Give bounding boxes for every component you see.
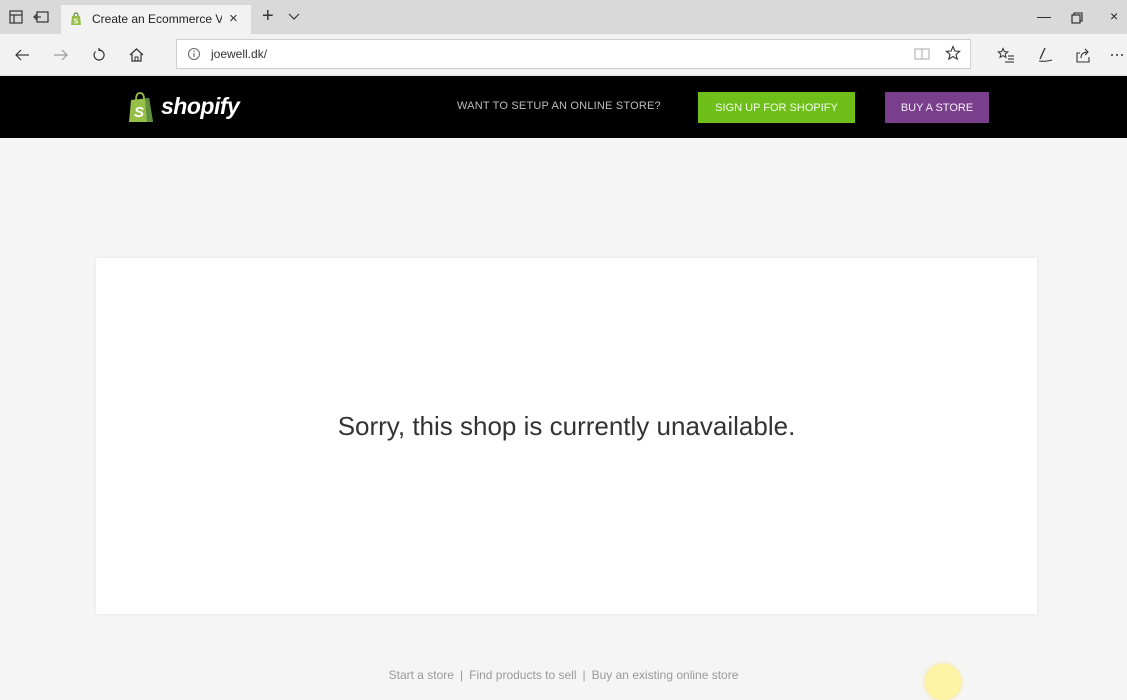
browser-tab-active[interactable]: S Create an Ecommerce V ×	[61, 5, 251, 34]
promo-text: WANT TO SETUP AN ONLINE STORE?	[457, 100, 661, 112]
more-icon[interactable]	[1107, 45, 1127, 65]
browser-titlebar: S Create an Ecommerce V × + — ×	[0, 0, 1127, 34]
message-card: Sorry, this shop is currently unavailabl…	[96, 258, 1037, 614]
chevron-down-icon[interactable]	[288, 9, 300, 27]
svg-text:S: S	[134, 104, 144, 121]
forward-icon[interactable]	[51, 45, 71, 65]
address-url[interactable]: joewell.dk/	[211, 47, 267, 61]
favorites-hub-icon[interactable]	[996, 45, 1016, 65]
svg-text:S: S	[74, 19, 79, 26]
refresh-icon[interactable]	[89, 45, 109, 65]
logo-text: shopify	[161, 93, 240, 119]
address-bar[interactable]: joewell.dk/	[176, 39, 971, 69]
close-window-icon[interactable]: ×	[1110, 6, 1118, 26]
tab-close-icon[interactable]: ×	[229, 11, 238, 27]
browser-navbar: joewell.dk/	[0, 34, 1127, 76]
star-icon[interactable]	[944, 45, 962, 66]
shopify-bag-icon: S	[129, 92, 153, 122]
home-icon[interactable]	[126, 45, 146, 65]
set-aside-tabs-icon[interactable]	[33, 9, 49, 25]
shopify-header: S shopify WANT TO SETUP AN ONLINE STORE?…	[0, 76, 1127, 138]
buy-a-store-button[interactable]: BUY A STORE	[885, 92, 989, 123]
tab-preview-icon[interactable]	[8, 9, 24, 25]
back-icon[interactable]	[12, 45, 32, 65]
reading-view-icon[interactable]	[914, 47, 930, 66]
share-icon[interactable]	[1073, 45, 1093, 65]
info-icon[interactable]	[187, 47, 201, 66]
sign-up-button[interactable]: SIGN UP FOR SHOPIFY	[698, 92, 855, 123]
restore-icon[interactable]	[1071, 9, 1083, 29]
tab-title: Create an Ecommerce V	[92, 12, 222, 26]
shopify-favicon: S	[69, 12, 83, 26]
minimize-icon[interactable]: —	[1037, 6, 1051, 26]
new-tab-icon[interactable]: +	[262, 6, 274, 26]
unavailable-message: Sorry, this shop is currently unavailabl…	[337, 411, 796, 441]
decorative-sun-icon	[925, 664, 961, 700]
pen-icon[interactable]	[1035, 45, 1055, 65]
